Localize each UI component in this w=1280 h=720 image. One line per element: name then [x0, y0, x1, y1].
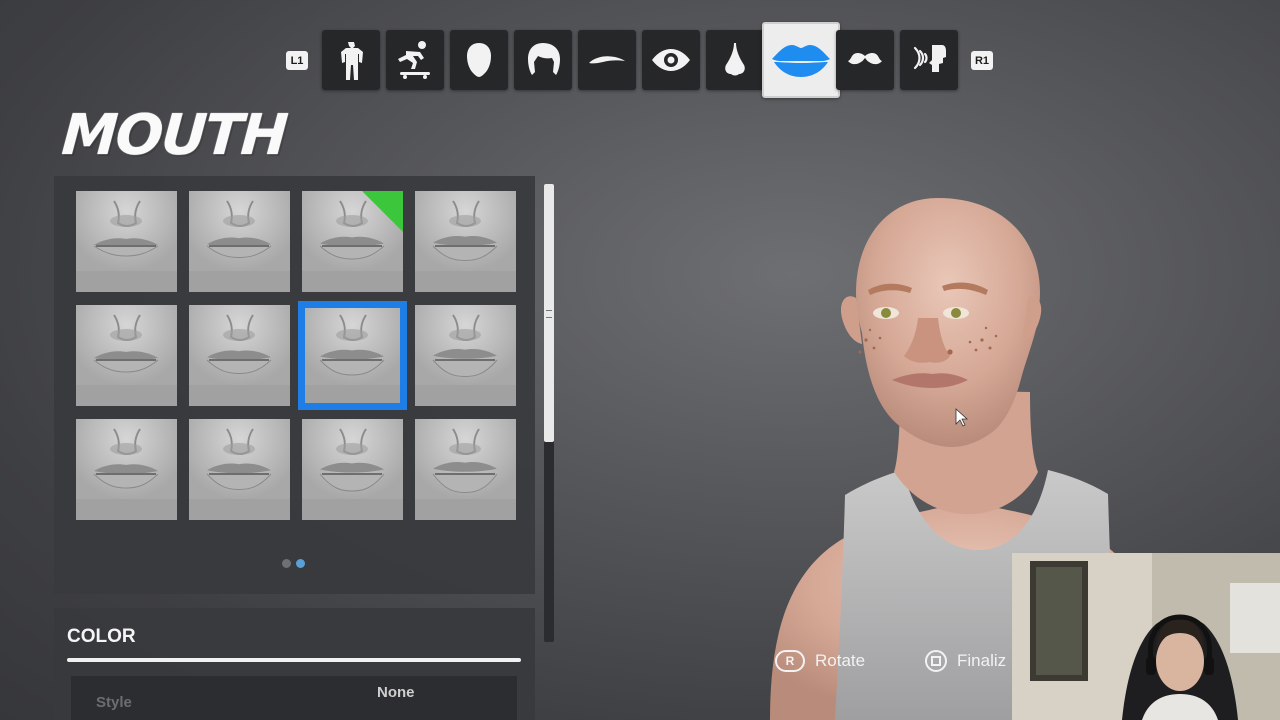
page-dot-2[interactable] — [296, 559, 305, 568]
tab-style[interactable] — [386, 30, 444, 90]
mouth-option-8[interactable] — [415, 305, 516, 406]
l1-bumper-hint[interactable]: L1 — [286, 51, 308, 70]
scrollbar-grip-icon — [546, 310, 552, 318]
mouth-option-3[interactable] — [302, 191, 403, 292]
rotate-prompt[interactable]: R Rotate — [775, 650, 865, 672]
tab-voice[interactable] — [900, 30, 958, 90]
mouth-preview-image — [415, 419, 516, 520]
tab-mouth[interactable] — [762, 22, 840, 98]
left-iris — [881, 308, 891, 318]
mouth-preview-image — [76, 305, 177, 406]
tab-hair[interactable] — [514, 30, 572, 90]
mouth-preview-image — [415, 305, 516, 406]
mouth-option-12[interactable] — [415, 419, 516, 520]
scrollbar[interactable] — [544, 184, 554, 642]
mouth-option-1[interactable] — [76, 191, 177, 292]
body-icon — [341, 42, 363, 80]
square-button-icon — [925, 650, 947, 672]
streamer-face — [1156, 631, 1204, 691]
tab-eyebrows[interactable] — [578, 30, 636, 90]
tab-body[interactable] — [322, 30, 380, 90]
hair-icon — [528, 43, 560, 75]
scrollbar-thumb[interactable] — [544, 184, 554, 442]
mouth-option-2[interactable] — [189, 191, 290, 292]
mouth-preview-image — [76, 191, 177, 292]
tab-eyes[interactable] — [642, 30, 700, 90]
mouth-options-panel — [54, 176, 535, 594]
page-dot-1[interactable] — [282, 559, 291, 568]
page-indicator — [282, 559, 305, 568]
category-bar: L1 R1 — [0, 22, 1280, 98]
style-row[interactable]: Style None — [71, 676, 517, 720]
equipped-check-icon — [362, 191, 403, 233]
tab-facial-hair[interactable] — [836, 30, 894, 90]
mouth-grid — [76, 191, 516, 520]
color-divider — [67, 658, 521, 662]
mouth-preview-image — [302, 305, 403, 406]
eye-icon — [652, 49, 690, 71]
tab-nose[interactable] — [706, 30, 764, 90]
mouth-preview-image — [189, 419, 290, 520]
color-section: COLOR Style None — [54, 608, 535, 720]
mouth-option-4[interactable] — [415, 191, 516, 292]
skateboarder-icon — [398, 41, 430, 79]
mustache-icon — [848, 52, 882, 65]
tab-head[interactable] — [450, 30, 508, 90]
head-icon — [467, 43, 491, 77]
mouth-option-6[interactable] — [189, 305, 290, 406]
mouth-option-5[interactable] — [76, 305, 177, 406]
right-stick-icon: R — [775, 650, 805, 672]
style-value: None — [377, 684, 415, 701]
finalize-label: Finaliz — [957, 651, 1007, 670]
mouth-preview-image — [415, 191, 516, 292]
mouth-option-9[interactable] — [76, 419, 177, 520]
right-iris — [951, 308, 961, 318]
page-title: MOUTH — [59, 103, 289, 168]
finalize-prompt[interactable]: Finaliz — [925, 650, 1006, 672]
webcam-overlay — [1012, 553, 1280, 720]
lips-icon — [772, 45, 830, 77]
r1-bumper-hint[interactable]: R1 — [971, 51, 993, 70]
mouth-preview-image — [302, 419, 403, 520]
mouth-option-10[interactable] — [189, 419, 290, 520]
window — [1230, 583, 1280, 653]
voice-icon — [913, 45, 946, 72]
mouth-preview-image — [76, 419, 177, 520]
style-label: Style — [96, 694, 132, 711]
mouth-option-7[interactable] — [298, 301, 407, 410]
rotate-label: Rotate — [815, 651, 866, 670]
mouth-option-11[interactable] — [302, 419, 403, 520]
nose-icon — [725, 43, 745, 76]
mouth-preview-image — [189, 191, 290, 292]
mouth-preview-image — [189, 305, 290, 406]
cursor-icon — [955, 408, 969, 427]
eyebrow-icon — [589, 56, 625, 64]
color-heading: COLOR — [67, 626, 136, 647]
